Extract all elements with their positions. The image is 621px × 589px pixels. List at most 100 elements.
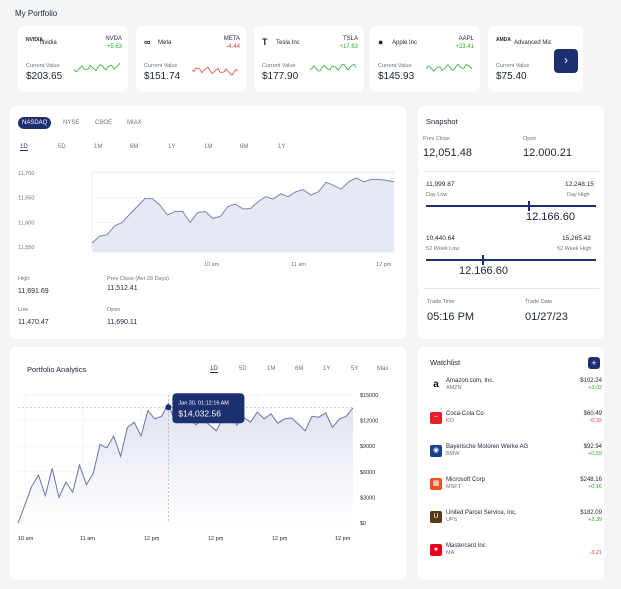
area-fill [92, 177, 394, 252]
stock-name: Tesla Inc [276, 40, 300, 46]
watchlist-price: $182.09 [580, 510, 602, 516]
stock-ticker: AAPL [458, 36, 474, 42]
range-tab-0[interactable]: 1D [20, 144, 28, 151]
watchlist-item-ma[interactable]: ● Mastercard Inc MA -3.21 [428, 540, 602, 568]
stock-name: Apple Inc [392, 40, 418, 46]
stock-card-meta[interactable]: ∞ Meta META -4.44 Current Value $151.74 [136, 26, 246, 92]
range-tab-1[interactable]: 5D [58, 144, 66, 150]
analytics-chart: $0 $3000 $6000 $9000 $12000 $15000 Jan 30, 01:… [17, 393, 378, 542]
current-value: $177.90 [262, 71, 299, 82]
snapshot-wk-high-label: 52 Week High [557, 246, 592, 252]
stock-change: +5.63 [106, 44, 122, 50]
y-tick-label: $9000 [360, 444, 375, 450]
company-logo-icon: T [262, 37, 268, 47]
watchlist-item-amzn[interactable]: a Amazon.com, Inc. AMZN $102.24 +3.02 [428, 375, 602, 403]
watchlist-item-ups[interactable]: U United Parcel Service, Inc. UPS $182.09 +2… [428, 507, 602, 535]
company-logo-icon: ∞ [144, 37, 151, 47]
x-tick-label: 10 am [204, 262, 220, 268]
range-tab-2[interactable]: 1M [94, 144, 102, 150]
watchlist-item-ko[interactable]: ~ Coca-Cola Co KO $60.49 -0.32 [428, 408, 602, 436]
analytics-range-5d[interactable]: 5D [239, 366, 247, 372]
sparkline [426, 63, 473, 72]
x-tick-label: 12 pm [144, 536, 160, 542]
x-tick-label: 12 pm [335, 536, 351, 542]
stock-ticker: NVDA [105, 36, 122, 42]
week-range-bar [426, 259, 596, 261]
week-range-marker [482, 255, 484, 265]
y-tick-label: $6000 [360, 470, 375, 476]
snapshot-day-low: 11,999.87 [426, 181, 455, 188]
watchlist-name: Microsoft Corp [446, 477, 486, 483]
analytics-range-1d[interactable]: 1D [210, 366, 218, 373]
watchlist-ticker: MSFT [446, 484, 461, 490]
x-tick-label: 11 am [80, 536, 95, 542]
hover-point [165, 404, 172, 411]
watchlist-ticker: UPS [446, 517, 458, 523]
analytics-range-max[interactable]: Max [377, 366, 388, 372]
page-title: My Portfolio [15, 9, 58, 18]
range-tab-7[interactable]: 1Y [278, 144, 285, 150]
watchlist-ticker: MA [446, 550, 455, 556]
watchlist-price: $102.24 [580, 378, 602, 384]
analytics-range-1y[interactable]: 1Y [323, 366, 330, 372]
watchlist-item-msft[interactable]: ▦ Microsoft Corp MSFT $248.16 +0.16 [428, 474, 602, 502]
watchlist-change: +0.59 [588, 451, 602, 457]
next-stocks-button[interactable]: › [554, 49, 578, 73]
exchange-tab-cboe[interactable]: CBOE [95, 120, 112, 126]
snapshot-day-high-label: Day High [567, 192, 590, 198]
analytics-range-1m[interactable]: 1M [267, 366, 275, 372]
y-tick-label: $12000 [360, 419, 378, 425]
day-range-marker [528, 201, 530, 211]
ups-logo-icon: U [430, 511, 442, 523]
range-tab-3[interactable]: 6M [130, 144, 138, 150]
snapshot-prev-close: 12,051.48 [423, 147, 472, 159]
watchlist-title: Watchlist [430, 358, 461, 367]
current-value: $145.93 [378, 71, 415, 82]
snapshot-prev-close-label: Prev Close [423, 136, 450, 142]
y-tick-label: $0 [360, 521, 366, 527]
watchlist-change: +3.02 [588, 385, 602, 391]
stat-open-label: Open [107, 307, 121, 313]
current-value-label: Current Value [262, 63, 296, 69]
amzn-logo-icon: a [430, 379, 442, 391]
analytics-range-5y[interactable]: 5Y [351, 366, 358, 372]
day-range-bar [426, 205, 596, 207]
stock-card-tsla[interactable]: T Tesla Inc TSLA +17.63 Current Value $177.90 [254, 26, 364, 92]
stock-ticker: META [223, 36, 240, 42]
watchlist-price: $92.94 [583, 444, 602, 450]
exchange-tab-miax[interactable]: MIAX [127, 120, 142, 126]
stock-card-nvda[interactable]: NVIDIA Nvidia NVDA +5.63 Current Value $203.6… [18, 26, 128, 92]
exchange-tab-nyse[interactable]: NYSE [63, 120, 79, 126]
watchlist-change: -0.32 [589, 418, 602, 424]
add-watchlist-button[interactable]: + [588, 357, 600, 369]
stat-open: 11,690.11 [107, 319, 138, 326]
snapshot-title: Snapshot [426, 117, 458, 126]
watchlist-price: $60.49 [583, 411, 602, 417]
stock-name: Nvidia [40, 40, 57, 46]
watchlist-item-bmw[interactable]: ◉ Bayerische Motoren Werke AG BMW $92.94 +0.… [428, 441, 602, 469]
stat-low-label: Low [18, 307, 29, 313]
snapshot-open: 12.000.21 [523, 147, 572, 159]
stock-change: -4.44 [226, 44, 240, 50]
stock-name: Meta [158, 40, 172, 46]
y-tick-label: $3000 [360, 495, 375, 501]
snapshot-open-label: Open [523, 136, 537, 142]
stat-high-label: High [18, 276, 30, 282]
range-tab-5[interactable]: 1M [204, 144, 212, 150]
company-logo-icon: AMDA [496, 37, 511, 43]
watchlist-ticker: BMW [446, 451, 460, 457]
range-tab-4[interactable]: 1Y [168, 144, 175, 150]
x-tick-label: 12 pm [208, 536, 224, 542]
range-tab-6[interactable]: 6M [240, 144, 248, 150]
current-value-label: Current Value [144, 63, 178, 69]
y-tick-label: 11,650 [18, 196, 34, 202]
exchange-tab-nasdaq[interactable]: NASDAQ [18, 117, 52, 129]
analytics-range-6m[interactable]: 6M [295, 366, 303, 372]
snapshot-wk-low-label: 52 Week Low [426, 246, 460, 252]
watchlist-name: Coca-Cola Co [446, 411, 484, 417]
current-value: $203.65 [26, 71, 63, 82]
ko-logo-icon: ~ [430, 412, 442, 424]
stock-card-aapl[interactable]: ● Apple Inc AAPL +23.41 Current Value $145.93 [370, 26, 480, 92]
current-value-label: Current Value [496, 63, 530, 69]
ma-logo-icon: ● [430, 544, 442, 556]
